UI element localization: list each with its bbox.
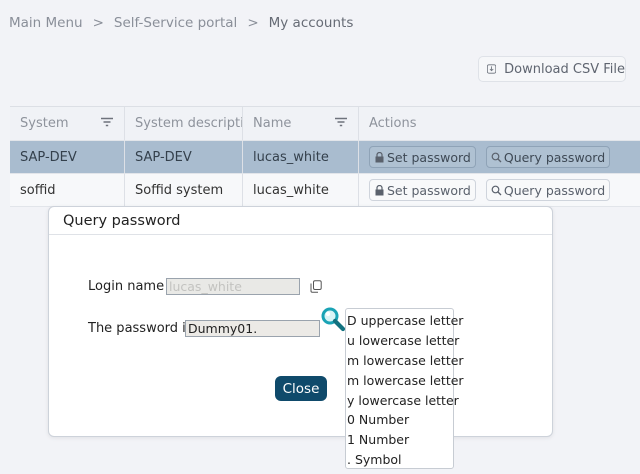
column-header-label: Name — [253, 116, 292, 131]
password-label: The password is: — [88, 321, 197, 336]
breadcrumb-separator: > — [92, 15, 104, 31]
column-header-description[interactable]: System description — [125, 107, 243, 140]
breadcrumb-my-accounts: My accounts — [268, 15, 354, 31]
column-header-system[interactable]: System — [10, 107, 125, 140]
legend-item: . Symbol — [347, 452, 402, 468]
breadcrumb: Main Menu > Self-Service portal > My account… — [9, 15, 353, 31]
cell-description: SAP-DEV — [125, 141, 243, 173]
search-icon — [491, 185, 502, 195]
column-header-label: System — [20, 116, 69, 131]
column-header-label: Actions — [369, 116, 417, 131]
cell-description: Soffid system — [125, 174, 243, 206]
login-name-field[interactable]: lucas_white — [166, 278, 300, 295]
copy-icon[interactable] — [310, 280, 322, 293]
table-header: System System description Name Actions — [10, 107, 640, 141]
breadcrumb-main-menu[interactable]: Main Menu — [9, 15, 83, 31]
cell-system: soffid — [10, 174, 125, 206]
table-row[interactable]: soffid Soffid system lucas_white Set pas… — [10, 174, 640, 207]
query-password-button[interactable]: Query password — [485, 179, 611, 201]
query-password-button[interactable]: Query password — [485, 146, 611, 168]
download-csv-label: Download CSV File — [504, 61, 625, 77]
cell-actions: Set password Query password — [359, 141, 640, 173]
password-legend-popup: D uppercase letter u lowercase letter m … — [345, 308, 464, 469]
breadcrumb-self-service[interactable]: Self-Service portal — [114, 15, 237, 31]
table-row[interactable]: SAP-DEV SAP-DEV lucas_white Set password… — [10, 141, 640, 174]
login-name-label: Login name : — [88, 279, 173, 294]
query-password-dialog: Query password Login name : lucas_white … — [48, 206, 553, 437]
filter-icon[interactable] — [334, 117, 348, 127]
column-header-label: System description — [135, 116, 242, 131]
password-field[interactable]: Dummy01. — [185, 320, 320, 337]
legend-item: y lowercase letter — [347, 392, 459, 408]
lock-icon — [375, 151, 384, 162]
legend-item: m lowercase letter — [347, 372, 464, 388]
download-csv-button[interactable]: Download CSV File — [478, 56, 626, 82]
query-password-label: Query password — [503, 182, 606, 198]
close-button[interactable]: Close — [275, 376, 327, 401]
search-icon — [491, 152, 502, 162]
set-password-label: Set password — [387, 182, 471, 198]
cell-system: SAP-DEV — [10, 141, 125, 173]
download-icon — [487, 64, 497, 74]
column-header-name[interactable]: Name — [243, 107, 359, 140]
filter-icon[interactable] — [100, 117, 114, 127]
legend-item: 0 Number — [347, 412, 410, 428]
legend-item: u lowercase letter — [347, 332, 460, 348]
cell-name: lucas_white — [243, 174, 359, 206]
breadcrumb-separator: > — [247, 15, 259, 31]
lock-icon — [375, 184, 384, 195]
set-password-label: Set password — [387, 149, 471, 165]
query-password-label: Query password — [503, 149, 606, 165]
dialog-title: Query password — [49, 207, 552, 235]
column-header-actions: Actions — [359, 107, 640, 140]
legend-item: m lowercase letter — [347, 352, 464, 368]
legend-item: 1 Number — [347, 432, 410, 448]
accounts-table: System System description Name Actions S… — [10, 106, 640, 207]
cell-name: lucas_white — [243, 141, 359, 173]
set-password-button[interactable]: Set password — [369, 146, 476, 168]
set-password-button[interactable]: Set password — [369, 179, 476, 201]
magnifier-icon[interactable] — [320, 306, 346, 332]
legend-item: D uppercase letter — [347, 313, 464, 328]
cell-actions: Set password Query password — [359, 174, 640, 206]
